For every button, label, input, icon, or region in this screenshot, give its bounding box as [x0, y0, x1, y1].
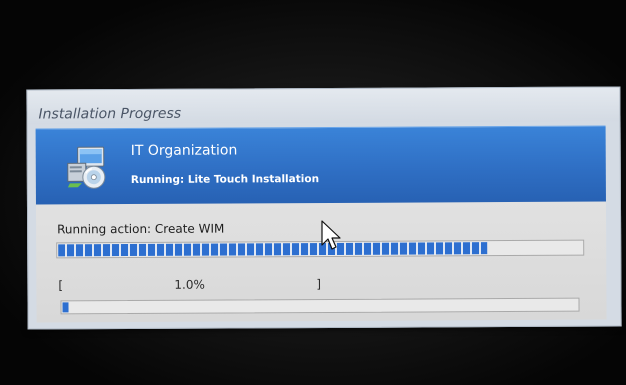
- bracket-close: ]: [316, 277, 322, 292]
- installation-status: Running: Lite Touch Installation: [130, 173, 320, 187]
- step-progress-fill: [62, 302, 69, 313]
- current-action-label: Running action: Create WIM: [57, 221, 225, 237]
- window-title-bar[interactable]: Installation Progress: [27, 87, 620, 125]
- overall-progress-fill: [58, 242, 488, 257]
- header-banner: IT Organization Running: Lite Touch Inst…: [35, 125, 606, 206]
- bracket-open: [: [58, 278, 64, 293]
- window-title: Installation Progress: [38, 105, 182, 123]
- step-progress-bar: [60, 297, 580, 315]
- installation-progress-window: Installation Progress IT Organization Ru…: [26, 86, 622, 330]
- percent-complete: 1.0%: [174, 277, 205, 292]
- computer-disc-icon: [67, 146, 106, 189]
- mouse-pointer-icon: [321, 220, 341, 250]
- organization-name: IT Organization: [130, 142, 238, 160]
